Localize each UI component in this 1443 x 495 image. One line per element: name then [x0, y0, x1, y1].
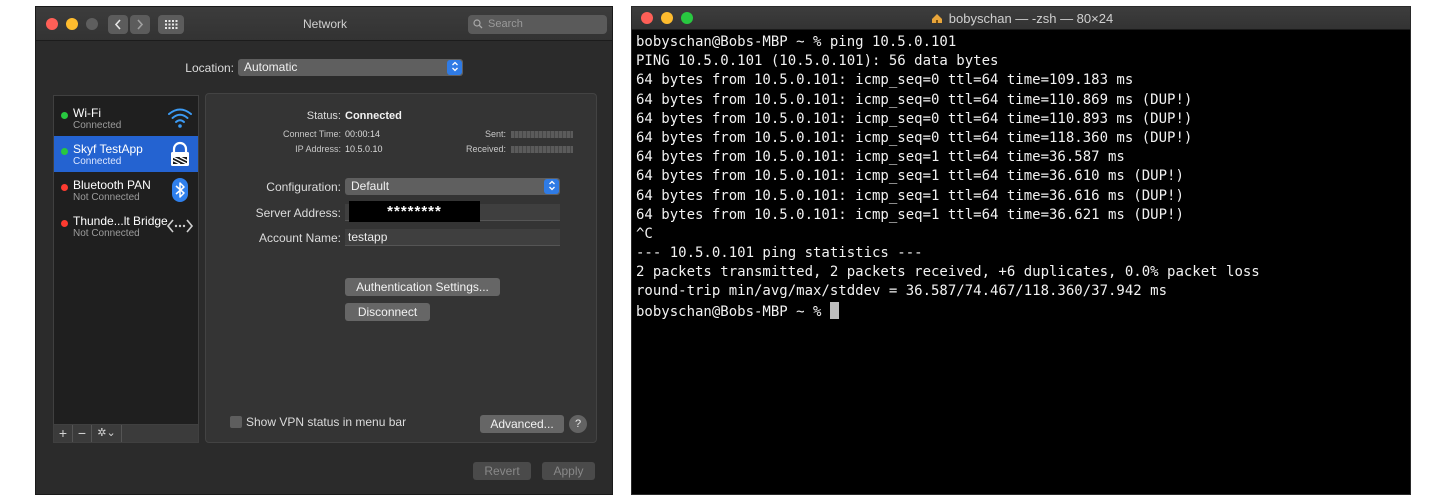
- service-status: Not Connected: [73, 228, 140, 239]
- terminal-cursor: [829, 301, 839, 319]
- received-label: Received:: [465, 144, 506, 154]
- status-value: Connected: [345, 110, 402, 122]
- advanced-button[interactable]: Advanced...: [480, 415, 564, 433]
- add-service-button[interactable]: +: [54, 425, 73, 442]
- status-dot: [61, 112, 68, 119]
- show-vpn-status-label: Show VPN status in menu bar: [246, 415, 407, 429]
- search-icon: [473, 19, 483, 29]
- terminal-line: 64 bytes from 10.5.0.101: icmp_seq=0 ttl…: [636, 110, 1193, 127]
- gear-menu-button[interactable]: ✲⌄: [92, 425, 122, 442]
- status-dot: [61, 220, 68, 227]
- account-name-field[interactable]: testapp: [345, 229, 560, 246]
- help-button[interactable]: ?: [569, 415, 587, 433]
- configuration-popup[interactable]: Default: [345, 178, 560, 195]
- configuration-label: Configuration:: [266, 180, 341, 194]
- search-placeholder: Search: [488, 18, 523, 30]
- bluetooth-icon: [172, 178, 188, 202]
- search-input[interactable]: Search: [468, 15, 607, 34]
- terminal-line: 64 bytes from 10.5.0.101: icmp_seq=0 ttl…: [636, 91, 1193, 108]
- service-name: Wi-Fi: [73, 106, 101, 120]
- service-list[interactable]: Wi-Fi Connected Skyf TestApp Connected B…: [53, 95, 199, 425]
- disconnect-button[interactable]: Disconnect: [345, 303, 430, 321]
- service-item-wifi[interactable]: Wi-Fi Connected: [54, 100, 198, 136]
- terminal-output[interactable]: bobyschan@Bobs-MBP ~ % ping 10.5.0.101 P…: [636, 33, 1406, 321]
- terminal-line: 2 packets transmitted, 2 packets receive…: [636, 264, 1260, 281]
- network-titlebar: Network Search: [36, 7, 612, 41]
- service-list-toolbar: + − ✲⌄: [53, 425, 199, 443]
- server-address-label: Server Address:: [255, 206, 341, 220]
- status-dot: [61, 184, 68, 191]
- updown-chevron-icon: [544, 179, 559, 194]
- service-name: Skyf TestApp: [73, 142, 143, 156]
- service-item-thunderbolt-bridge[interactable]: Thunde...lt Bridge Not Connected: [54, 208, 198, 244]
- configuration-value: Default: [351, 179, 390, 193]
- terminal-title-text: bobyschan — -zsh — 80×24: [948, 11, 1114, 26]
- terminal-window: bobyschan — -zsh — 80×24 bobyschan@Bobs-…: [631, 6, 1411, 495]
- apply-button[interactable]: Apply: [542, 462, 595, 480]
- updown-chevron-icon: [447, 60, 462, 75]
- server-address-value: ********: [349, 201, 480, 222]
- service-status: Not Connected: [73, 192, 140, 203]
- service-name: Bluetooth PAN: [73, 178, 151, 192]
- authentication-settings-button[interactable]: Authentication Settings...: [345, 278, 500, 296]
- connect-time-label: Connect Time:: [282, 129, 341, 139]
- network-preferences-window: Network Search Location: Automatic Wi-Fi…: [35, 6, 613, 495]
- vpn-lock-icon: [171, 141, 189, 166]
- service-status: Connected: [73, 156, 122, 167]
- terminal-line: 64 bytes from 10.5.0.101: icmp_seq=1 ttl…: [636, 149, 1125, 166]
- home-folder-icon: [931, 14, 942, 23]
- remove-service-button[interactable]: −: [73, 425, 92, 442]
- location-label: Location:: [185, 61, 234, 75]
- terminal-title: bobyschan — -zsh — 80×24: [632, 11, 1410, 26]
- status-label: Status:: [306, 110, 341, 122]
- server-address-field[interactable]: ********: [345, 201, 560, 222]
- terminal-line: round-trip min/avg/max/stddev = 36.587/7…: [636, 283, 1168, 300]
- location-popup[interactable]: Automatic: [238, 59, 463, 76]
- vpn-detail-panel: Status: Connected Connect Time: 00:00:14…: [205, 93, 597, 443]
- terminal-line: PING 10.5.0.101 (10.5.0.101): 56 data by…: [636, 53, 999, 70]
- wifi-icon: [168, 108, 192, 128]
- service-name: Thunde...lt Bridge: [73, 214, 168, 228]
- service-item-skyf-testapp[interactable]: Skyf TestApp Connected: [54, 136, 198, 172]
- account-name-value: testapp: [348, 230, 388, 244]
- terminal-titlebar: bobyschan — -zsh — 80×24: [632, 7, 1410, 30]
- sent-label: Sent:: [484, 129, 506, 139]
- location-value: Automatic: [244, 60, 298, 74]
- service-status: Connected: [73, 120, 122, 131]
- connect-time-value: 00:00:14: [345, 129, 381, 139]
- sent-meter: [511, 131, 573, 138]
- account-name-label: Account Name:: [258, 231, 341, 245]
- terminal-line: 64 bytes from 10.5.0.101: icmp_seq=1 ttl…: [636, 187, 1184, 204]
- terminal-line: --- 10.5.0.101 ping statistics ---: [636, 245, 923, 262]
- terminal-prompt: bobyschan@Bobs-MBP ~ %: [636, 303, 830, 320]
- terminal-line: 64 bytes from 10.5.0.101: icmp_seq=1 ttl…: [636, 206, 1184, 223]
- received-meter: [511, 146, 573, 153]
- terminal-line: 64 bytes from 10.5.0.101: icmp_seq=0 ttl…: [636, 129, 1193, 146]
- service-item-bluetooth-pan[interactable]: Bluetooth PAN Not Connected: [54, 172, 198, 208]
- status-dot: [61, 148, 68, 155]
- terminal-line: 64 bytes from 10.5.0.101: icmp_seq=0 ttl…: [636, 72, 1134, 89]
- terminal-prompt-line: bobyschan@Bobs-MBP ~ %: [636, 301, 1406, 321]
- revert-button[interactable]: Revert: [473, 462, 531, 480]
- terminal-line: bobyschan@Bobs-MBP ~ % ping 10.5.0.101: [636, 34, 957, 50]
- thunderbolt-bridge-icon: [166, 219, 194, 233]
- show-vpn-status-checkbox[interactable]: [230, 416, 242, 428]
- ip-address-value: 10.5.0.10: [345, 144, 383, 154]
- terminal-line: 64 bytes from 10.5.0.101: icmp_seq=1 ttl…: [636, 168, 1184, 185]
- ip-address-label: IP Address:: [295, 144, 341, 154]
- terminal-line: ^C: [636, 225, 653, 242]
